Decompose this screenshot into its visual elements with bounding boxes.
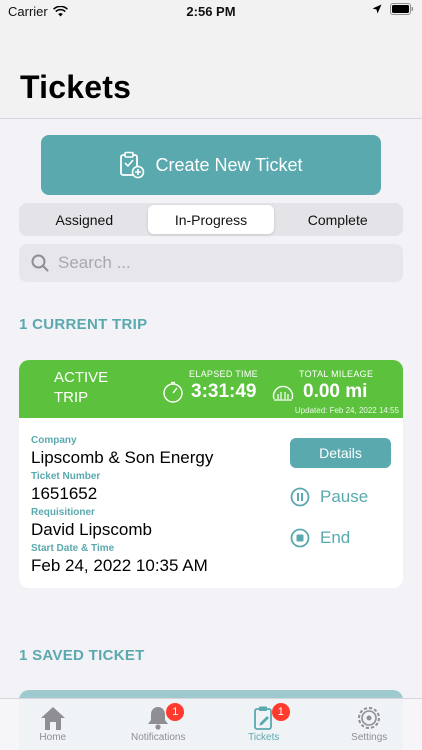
segment-complete[interactable]: Complete: [274, 205, 401, 234]
tab-notifications-label: Notifications: [131, 732, 186, 743]
gear-icon: [358, 707, 381, 729]
page-title: Tickets: [20, 69, 132, 105]
navigation-header: Tickets: [0, 22, 422, 119]
stopwatch-icon: [163, 381, 183, 403]
total-mileage-value: 0.00 mi: [303, 381, 368, 402]
requisitioner-value: David Lipscomb: [31, 520, 152, 539]
tab-settings[interactable]: Settings: [317, 699, 422, 750]
total-mileage-label: TOTAL MILEAGE: [299, 369, 374, 379]
tab-home[interactable]: Home: [0, 699, 106, 750]
elapsed-time-label: ELAPSED TIME: [189, 369, 258, 379]
home-icon: [40, 707, 65, 730]
tab-tickets-label: Tickets: [248, 732, 280, 743]
end-button[interactable]: End: [290, 528, 350, 548]
company-label: Company: [31, 435, 77, 446]
ticket-number-value: 1651652: [31, 484, 98, 503]
tab-home-label: Home: [39, 732, 67, 743]
elapsed-time-value: 3:31:49: [191, 381, 257, 402]
tab-notifications[interactable]: 1 Notifications: [106, 699, 212, 750]
trip-status-header: ACTIVE TRIP ELAPSED TIME 3:31:49 TOTAL M…: [19, 360, 403, 418]
trip-status-label: ACTIVE TRIP: [54, 369, 109, 406]
ticket-number-label: Ticket Number: [31, 471, 101, 482]
segment-in-progress[interactable]: In-Progress: [147, 205, 275, 234]
clipboard-add-icon: [120, 151, 145, 179]
segment-assigned[interactable]: Assigned: [21, 205, 148, 234]
location-arrow-icon: [372, 4, 382, 14]
stop-icon: [290, 528, 310, 548]
status-time: 2:56 PM: [186, 4, 236, 19]
tab-tickets[interactable]: 1 Tickets: [211, 699, 317, 750]
requisitioner-label: Requisitioner: [31, 507, 95, 518]
pause-icon: [290, 487, 310, 507]
pause-button[interactable]: Pause: [290, 487, 368, 507]
battery-icon: [390, 3, 413, 15]
end-label: End: [320, 528, 351, 547]
search-input[interactable]: [58, 253, 378, 273]
speedometer-icon: [272, 385, 294, 401]
ticket-status-segmented-control: Assigned In-Progress Complete: [19, 203, 403, 236]
search-icon: [31, 254, 49, 272]
start-datetime-value: Feb 24, 2022 10:35 AM: [31, 556, 208, 575]
pause-label: Pause: [320, 487, 369, 506]
saved-ticket-section-title: 1 SAVED TICKET: [19, 647, 145, 664]
tab-bar: Home 1 Notifications 1 Tickets Settings: [0, 698, 422, 750]
company-value: Lipscomb & Son Energy: [31, 448, 214, 467]
tickets-badge: 1: [271, 703, 290, 721]
active-trip-card: ACTIVE TRIP ELAPSED TIME 3:31:49 TOTAL M…: [19, 360, 403, 588]
current-trip-section-title: 1 CURRENT TRIP: [19, 316, 148, 333]
notifications-badge: 1: [166, 703, 185, 721]
status-bar: Carrier 2:56 PM: [0, 0, 422, 22]
start-datetime-label: Start Date & Time: [31, 543, 115, 554]
details-button[interactable]: Details: [290, 438, 391, 468]
status-indicators: [372, 3, 414, 15]
create-new-ticket-button[interactable]: Create New Ticket: [41, 135, 381, 195]
search-bar: [19, 244, 403, 282]
create-new-ticket-label: Create New Ticket: [155, 154, 303, 175]
last-updated-text: Updated: Feb 24, 2022 14:55: [294, 406, 399, 415]
tab-settings-label: Settings: [351, 732, 388, 743]
